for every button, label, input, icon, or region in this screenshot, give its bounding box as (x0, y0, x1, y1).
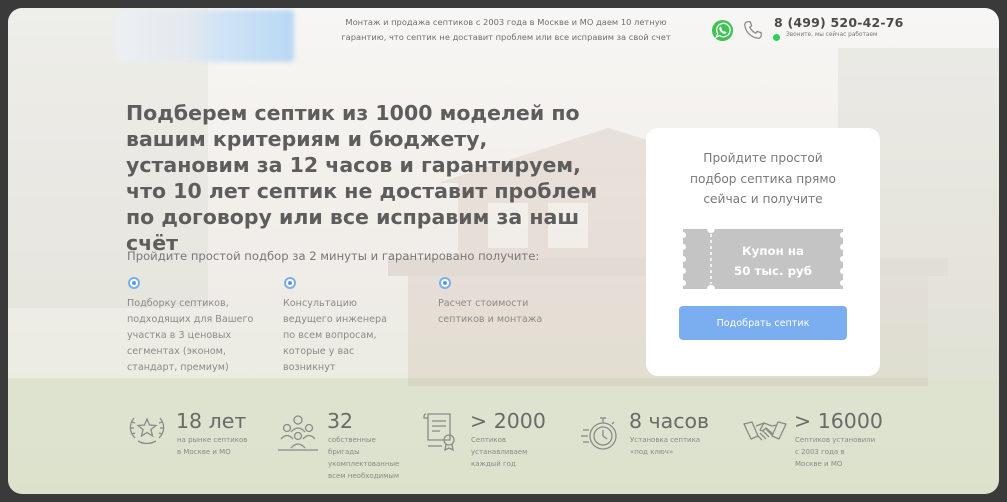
feature-text: Консультацию ведущего инженера по всем в… (283, 298, 387, 373)
laurel-star-icon (129, 417, 165, 445)
stat-value: > 2000 (470, 409, 546, 433)
feature-bullet (128, 277, 140, 289)
phone-icon[interactable] (742, 19, 764, 41)
stat-value: 32 (327, 409, 354, 433)
stopwatch-icon (581, 417, 617, 450)
certificate-icon (423, 413, 455, 452)
hero-headline: Подберем септик из 1000 моделей по вашим… (126, 101, 598, 255)
stat-value: 8 часов (629, 409, 710, 433)
page-frame: Монтаж и продажа септиков с 2003 года в … (8, 8, 999, 494)
stat-caption: Септиков установили с 2003 года в Москве и… (795, 436, 876, 468)
select-septic-button[interactable]: Подобрать септик (679, 306, 847, 340)
phone-number[interactable]: 8 (499) 520-42-76 (774, 15, 904, 30)
stat-caption: на рынке септиков в Москве и МО (177, 436, 248, 456)
online-status-text: Звоните, мы сейчас работаем (786, 32, 878, 38)
feature-calculation: Расчет стоимости септиков и монтажа (438, 277, 578, 328)
header-description: Монтаж и продажа септиков с 2003 года в … (341, 17, 671, 42)
online-status-dot (773, 34, 780, 41)
stat-caption: Септиков устанавливаем каждый год (471, 436, 528, 468)
whatsapp-icon[interactable] (711, 19, 734, 42)
quiz-card: Пройдите простой подбор септика прямо се… (646, 128, 880, 376)
handshake-icon (743, 421, 787, 441)
feature-text: Подборку септиков, подходящих для Вашего… (127, 298, 254, 373)
coupon-badge: Купон на 50 тыс. руб (683, 229, 843, 289)
feature-text: Расчет стоимости септиков и монтажа (438, 298, 543, 325)
feature-selection: Подборку септиков, подходящих для Вашего… (127, 277, 267, 376)
coupon-text: Купон на 50 тыс. руб (734, 244, 812, 278)
stat-value: > 16000 (794, 409, 883, 433)
hero-subtitle: Пройдите простой подбор за 2 минуты и га… (127, 249, 540, 263)
feature-consultation: Консультацию ведущего инженера по всем в… (283, 277, 423, 376)
stat-caption: Установка септика «под ключ» (630, 436, 701, 456)
stat-caption: собственные бригады укомплектованные всем … (328, 436, 400, 480)
team-icon (278, 415, 318, 451)
feature-bullet (439, 277, 451, 289)
quiz-card-text: Пройдите простой подбор септика прямо се… (689, 151, 836, 206)
stat-value: 18 лет (176, 409, 247, 433)
feature-bullet (284, 277, 296, 289)
company-logo[interactable] (116, 10, 294, 62)
